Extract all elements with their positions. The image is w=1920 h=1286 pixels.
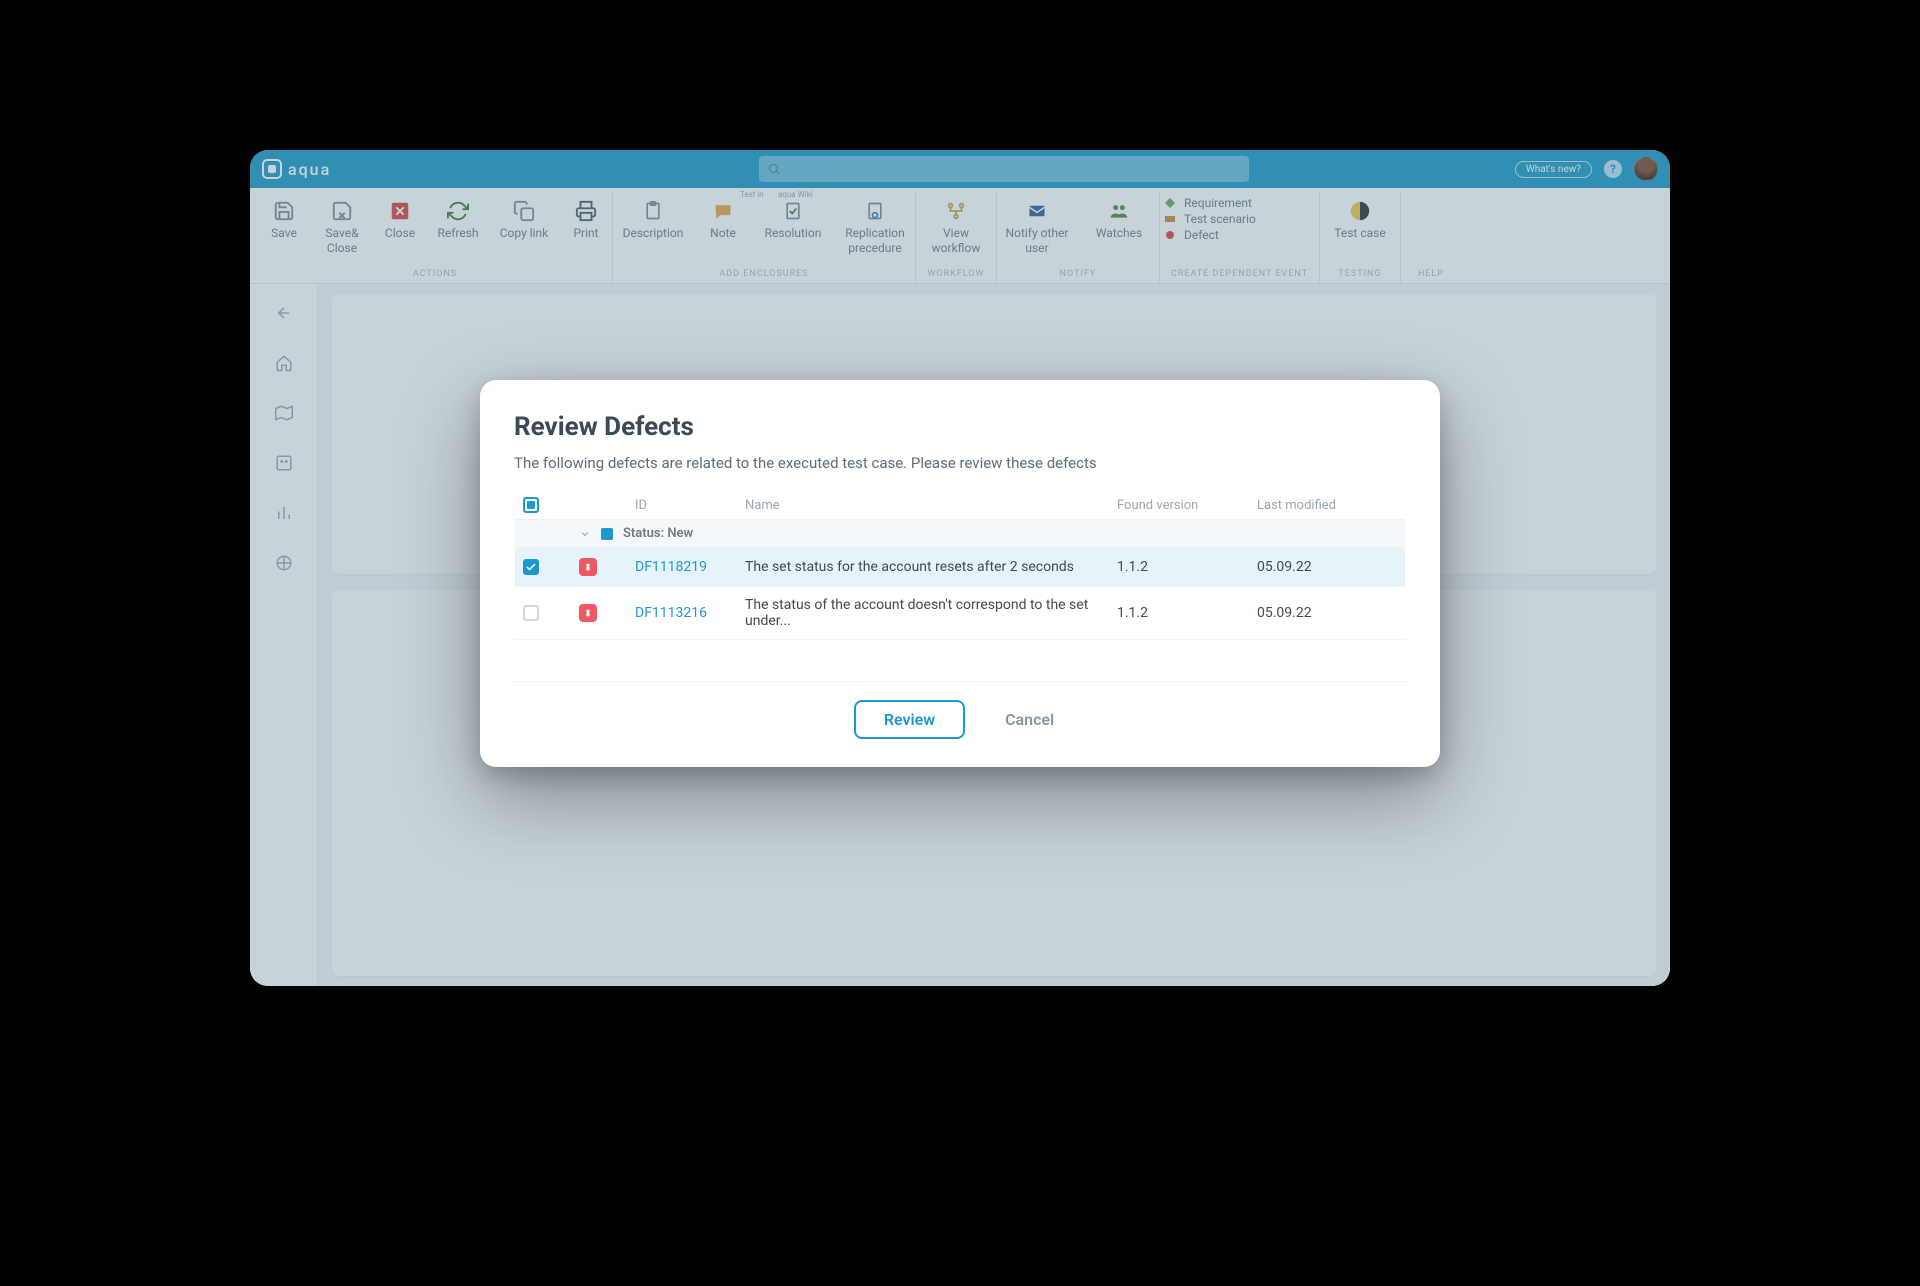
modal-actions: Review Cancel (514, 681, 1406, 739)
modal-subtitle: The following defects are related to the… (514, 454, 1406, 472)
defect-modified: 05.09.22 (1257, 605, 1397, 621)
col-name[interactable]: Name (745, 498, 1117, 513)
table-row[interactable]: DF1118219 The set status for the account… (515, 548, 1405, 587)
review-defects-modal: Review Defects The following defects are… (480, 380, 1440, 767)
modal-title: Review Defects (514, 412, 1406, 442)
row-checkbox[interactable] (523, 605, 539, 621)
col-found[interactable]: Found version (1117, 498, 1257, 513)
defect-id-link[interactable]: DF1118219 (635, 559, 745, 575)
grid-header: ID Name Found version Last modified (515, 491, 1405, 520)
modal-backdrop: Review Defects The following defects are… (250, 150, 1670, 986)
cancel-button[interactable]: Cancel (993, 700, 1066, 739)
select-all-checkbox[interactable] (523, 497, 539, 513)
col-id[interactable]: ID (635, 498, 745, 513)
defect-id-link[interactable]: DF1113216 (635, 605, 745, 621)
defect-name: The status of the account doesn't corres… (745, 597, 1117, 629)
group-checkbox-icon (601, 528, 613, 540)
col-modified[interactable]: Last modified (1257, 498, 1397, 513)
defect-type-icon (579, 558, 597, 576)
table-row[interactable]: DF1113216 The status of the account does… (515, 587, 1405, 640)
review-button[interactable]: Review (854, 700, 965, 739)
chevron-down-icon (579, 528, 591, 540)
defect-found: 1.1.2 (1117, 559, 1257, 575)
defects-grid: ID Name Found version Last modified Stat… (514, 490, 1406, 641)
defect-type-icon (579, 604, 597, 622)
row-checkbox[interactable] (523, 559, 539, 575)
defect-name: The set status for the account resets af… (745, 559, 1117, 575)
group-row-status[interactable]: Status: New (515, 520, 1405, 548)
group-label: Status: New (623, 526, 693, 541)
defect-found: 1.1.2 (1117, 605, 1257, 621)
defect-modified: 05.09.22 (1257, 559, 1397, 575)
